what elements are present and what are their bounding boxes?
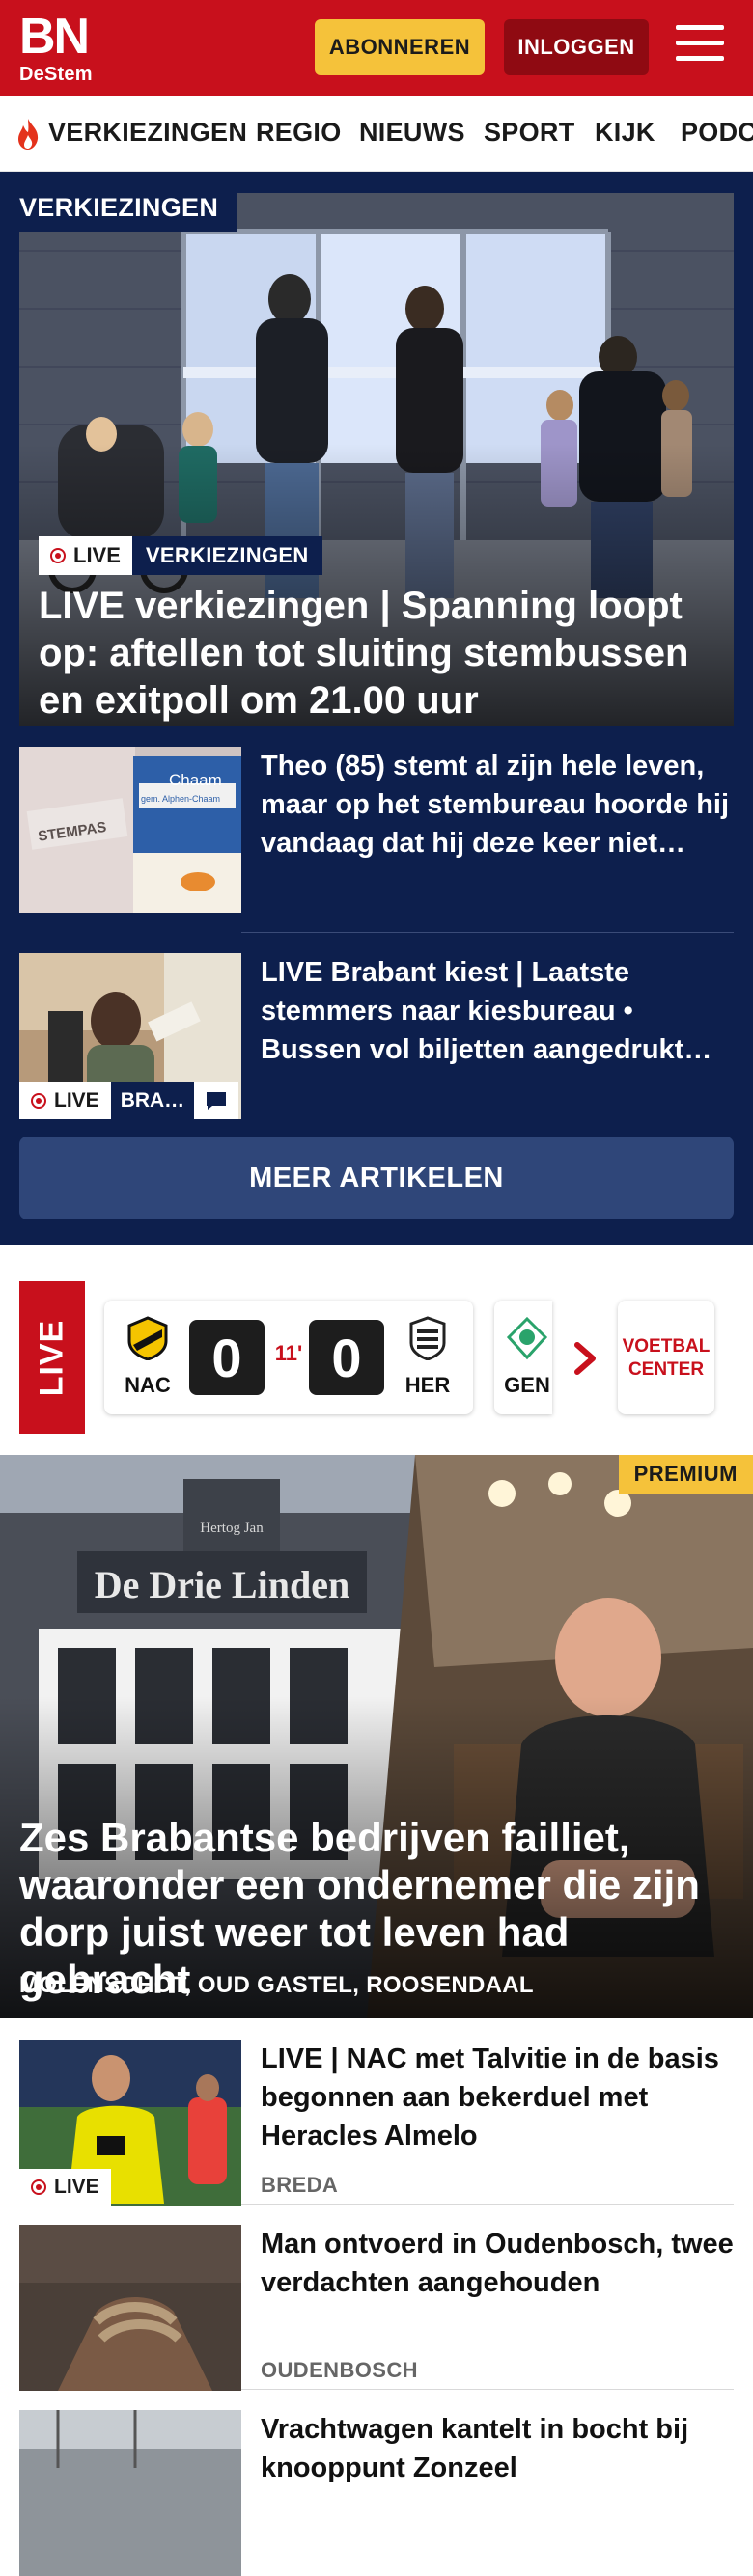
live-label: LIVE [54,2176,99,2198]
next-team-name: GEN [504,1373,550,1397]
divider [241,932,734,933]
subscribe-button[interactable]: ABONNEREN [315,19,485,75]
article-location: BREDA [261,2173,339,2197]
hertog-jan-text: Hertog Jan [200,1521,264,1536]
match-card[interactable]: NAC 0 11' 0 HER [104,1301,473,1414]
gen-crest-icon [506,1316,548,1360]
feature-location: MOLENSCHOT, OUD GASTEL, ROOSENDAAL [19,1972,534,1998]
hero-article[interactable]: LIVE VERKIEZINGEN LIVE verkiezingen | Sp… [19,193,734,726]
live-dot-icon [31,2179,46,2195]
list-item[interactable]: LIVE BRA… LIVE Brabant kiest | Laatste s… [19,953,734,1119]
list-item[interactable]: LIVE LIVE | NAC met Talvitie in de basis… [19,2040,734,2206]
de-drie-linden-sign: De Drie Linden [95,1563,349,1606]
main-navigation: VERKIEZINGEN REGIO NIEUWS SPORT KIJK POD… [0,96,753,172]
article-title[interactable]: Theo (85) stemt al zijn hele leven, maar… [261,747,734,863]
article-thumbnail: STEMPAS Chaam gem. Alphen-Chaam [19,747,241,913]
home-score: 0 [189,1320,265,1395]
article-title[interactable]: LIVE | NAC met Talvitie in de basis bego… [261,2040,734,2155]
live-dot-icon [31,1093,46,1109]
away-team: HER [394,1316,461,1398]
live-label: LIVE [54,1089,99,1111]
premium-feature-article[interactable]: Hertog Jan De Drie Linden PREMIUM Zes Br… [0,1455,753,2018]
voetbal-center-link[interactable]: VOETBAL CENTER [618,1301,714,1414]
list-item[interactable]: Man ontvoerd in Oudenbosch, twee verdach… [19,2225,734,2391]
next-team: GEN [498,1316,552,1398]
live-badge: LIVE [19,1082,111,1119]
flame-icon [18,119,39,150]
logo-bn: BN [19,9,90,65]
list-item[interactable]: STEMPAS Chaam gem. Alphen-Chaam Theo (85… [19,747,734,913]
hamburger-menu-icon[interactable] [676,25,724,68]
live-label: LIVE [73,543,121,567]
nav-item-regio[interactable]: REGIO [256,118,342,148]
nav-item-kijk[interactable]: KIJK [595,118,655,148]
nac-crest-icon [127,1316,168,1361]
away-team-name: HER [404,1373,451,1397]
login-button[interactable]: INLOGGEN [504,19,649,75]
more-articles-button[interactable]: MEER ARTIKELEN [19,1137,734,1219]
live-scores-strip: LIVE NAC 0 11' 0 HER GEN VOETBAL CENTER [0,1245,753,1455]
heracles-crest-icon [409,1316,446,1361]
list-item[interactable]: Vrachtwagen kantelt in bocht bij knooppu… [19,2410,734,2576]
next-match-card[interactable]: GEN [494,1301,552,1414]
sub-badges: LIVE BRA… [19,1082,239,1119]
nav-item-verkiezingen[interactable]: VERKIEZINGEN [48,118,247,148]
article-thumbnail [19,2410,241,2576]
live-dot-icon [50,548,66,563]
center-label: CENTER [628,1359,705,1380]
article-title[interactable]: Man ontvoerd in Oudenbosch, twee verdach… [261,2225,734,2302]
nav-item-nieuws[interactable]: NIEUWS [359,118,465,148]
elections-section: VERKIEZINGEN LIVE VERKIEZINGEN LIVE verk… [0,172,753,1245]
divider [241,2204,734,2205]
divider [241,2389,734,2390]
chevron-right-icon[interactable] [568,1341,602,1376]
category-badge: BRA… [110,1082,195,1119]
category-badge: VERKIEZINGEN [131,536,322,575]
bn-destem-logo[interactable]: BN DeStem [19,12,126,87]
comment-icon [194,1082,239,1119]
voetbal-label: VOETBAL [622,1336,711,1357]
live-badge: LIVE [19,2169,111,2206]
premium-badge: PREMIUM [618,1455,753,1494]
hero-badges: LIVE VERKIEZINGEN [39,536,322,575]
article-thumbnail: LIVE BRA… [19,953,241,1119]
nav-item-podcast[interactable]: PODC [681,118,753,148]
match-minute: 11' [274,1341,303,1365]
article-location: OUDENBOSCH [261,2358,418,2382]
article-title[interactable]: Vrachtwagen kantelt in bocht bij knooppu… [261,2410,734,2487]
logo-destem: DeStem [19,64,93,85]
live-badge: LIVE [39,536,132,575]
chaam-sub-text: gem. Alphen-Chaam [141,794,220,804]
article-badges: LIVE [19,2169,111,2206]
home-team-name: NAC [125,1373,171,1397]
top-header: BN DeStem ABONNEREN INLOGGEN [0,0,753,96]
section-label-verkiezingen[interactable]: VERKIEZINGEN [0,183,238,232]
home-team: NAC [114,1316,181,1398]
live-tab: LIVE [19,1281,85,1434]
hero-title[interactable]: LIVE verkiezingen | Spanning loopt op: a… [39,583,714,725]
away-score: 0 [309,1320,384,1395]
nav-item-sport[interactable]: SPORT [484,118,575,148]
article-title[interactable]: LIVE Brabant kiest | Laatste stemmers na… [261,953,734,1069]
article-thumbnail [19,2225,241,2391]
article-thumbnail: LIVE [19,2040,241,2206]
chaam-text: Chaam [169,771,222,789]
